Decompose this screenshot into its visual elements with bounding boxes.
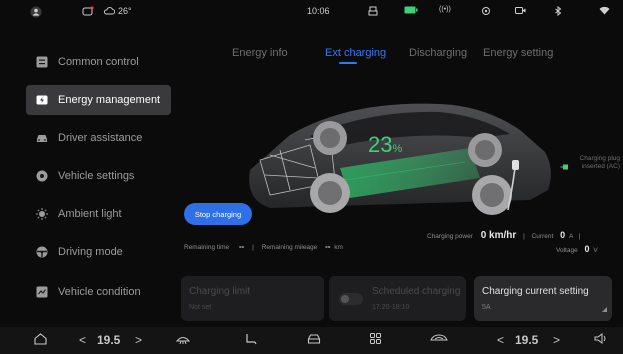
remaining-mileage-label: Remaining mileage (261, 244, 318, 251)
front-defrost-icon[interactable] (176, 333, 190, 345)
card-title: Charging current setting (482, 286, 589, 297)
gauge-icon (36, 286, 48, 298)
clock-text: 10:06 (307, 6, 330, 16)
separator: | (578, 233, 581, 240)
current-label: Current (531, 233, 554, 240)
charging-power-value: 0 km/hr (480, 230, 517, 241)
battery-percentage: 23% (368, 132, 402, 158)
left-temperature: 19.5 (97, 333, 121, 347)
remaining-mileage-value: -- (325, 242, 331, 251)
charging-power-row: Charging power 0 km/hr | Current 0 A | (427, 230, 580, 241)
voltage-unit: V (593, 247, 598, 254)
volume-icon[interactable] (594, 333, 608, 344)
vehicle-illustration: 23% (230, 90, 560, 230)
sidebar-item-label: Common control (58, 56, 139, 68)
home-icon[interactable] (34, 333, 47, 345)
plug-status-label: Charging plug inserted (AC) (579, 155, 620, 170)
battery-icon (36, 94, 48, 106)
charging-current-setting-card[interactable]: Charging current setting 5A (474, 276, 612, 321)
grid-icon (36, 56, 48, 68)
settings-icon (36, 170, 48, 182)
tab-energy-info[interactable]: Energy info (232, 47, 288, 59)
voltage-row: Voltage 0 V (556, 244, 598, 254)
voltage-value: 0 (584, 244, 590, 254)
current-unit: A (568, 233, 573, 240)
left-temp-decrease-button[interactable]: < (79, 333, 86, 347)
card-title: Charging limit (189, 286, 251, 297)
wifi-icon (599, 6, 610, 15)
remaining-time-value: -- (238, 242, 245, 251)
car-graphic (249, 103, 551, 215)
apps-grid-icon[interactable] (370, 333, 381, 344)
car-front-icon (36, 132, 48, 144)
notification-icon[interactable] (82, 6, 94, 17)
light-icon (36, 208, 48, 220)
sidebar-item-energy-management[interactable]: Energy management (26, 85, 171, 115)
card-subtitle: Not set (189, 304, 212, 311)
battery-percent-value: 23 (368, 132, 393, 157)
status-bar: 26° 10:06 ((•)) (0, 0, 623, 26)
sidebar-item-vehicle-condition[interactable]: Vehicle condition (26, 277, 171, 307)
left-temp-increase-button[interactable]: > (135, 333, 142, 347)
active-tab-indicator (339, 62, 357, 64)
sidebar-item-label: Driving mode (58, 246, 123, 258)
camera-icon (515, 6, 526, 15)
card-title: Scheduled charging (372, 286, 461, 297)
card-subtitle: 17:20-18:10 (372, 304, 410, 311)
sidebar-item-common-control[interactable]: Common control (26, 47, 171, 77)
temperature-text: 26° (118, 6, 132, 16)
sidebar-item-label: Energy management (58, 94, 161, 106)
separator: | (252, 244, 254, 251)
right-temp-decrease-button[interactable]: < (497, 333, 504, 347)
car-icon[interactable] (307, 333, 321, 344)
wireless-icon: ((•)) (439, 6, 451, 13)
sidebar-item-label: Vehicle settings (58, 170, 135, 182)
cloud-icon (103, 7, 115, 15)
sidebar-item-ambient-light[interactable]: Ambient light (26, 199, 171, 229)
remaining-mileage-unit: km (334, 244, 343, 251)
steering-icon (36, 246, 48, 258)
percent-sign: % (392, 143, 403, 155)
sidebar-item-vehicle-settings[interactable]: Vehicle settings (26, 161, 171, 191)
sidebar-item-label: Driver assistance (58, 132, 143, 144)
location-icon (481, 6, 491, 16)
tab-ext-charging[interactable]: Ext charging (325, 47, 386, 59)
corner-arrow-icon (602, 299, 607, 317)
sidebar-item-driving-mode[interactable]: Driving mode (26, 237, 171, 267)
separator: | (523, 233, 525, 240)
scheduled-charging-card[interactable]: Scheduled charging 17:20-18:10 (329, 276, 466, 321)
profile-icon[interactable] (30, 6, 42, 18)
sidebar-item-label: Vehicle condition (58, 286, 141, 298)
sidebar-item-driver-assistance[interactable]: Driver assistance (26, 123, 171, 153)
voltage-label: Voltage (556, 247, 578, 254)
battery-status-icon (404, 6, 418, 14)
charging-power-label: Charging power (427, 233, 473, 240)
right-temp-increase-button[interactable]: > (553, 333, 560, 347)
card-subtitle: 5A (482, 304, 491, 311)
scheduled-charging-toggle[interactable] (339, 293, 363, 305)
sidebar-item-label: Ambient light (58, 208, 122, 220)
tab-discharging[interactable]: Discharging (409, 47, 467, 59)
weather-status: 26° (103, 6, 132, 16)
stop-charging-button[interactable]: Stop charging (184, 203, 252, 225)
charging-limit-card[interactable]: Charging limit Not set (181, 276, 324, 321)
air-circulation-icon[interactable] (430, 333, 448, 343)
remaining-info: Remaining time -- | Remaining mileage --… (184, 242, 343, 251)
current-value: 0 (560, 230, 566, 240)
bluetooth-icon (554, 6, 562, 16)
remaining-time-label: Remaining time (184, 244, 230, 251)
seat-heat-icon[interactable] (245, 333, 257, 345)
seat-icon (368, 6, 378, 16)
toggle-knob (341, 295, 349, 303)
right-temperature: 19.5 (515, 333, 539, 347)
tab-energy-setting[interactable]: Energy setting (483, 47, 553, 59)
bottom-bar: < 19.5 > < 19.5 > (0, 327, 623, 354)
